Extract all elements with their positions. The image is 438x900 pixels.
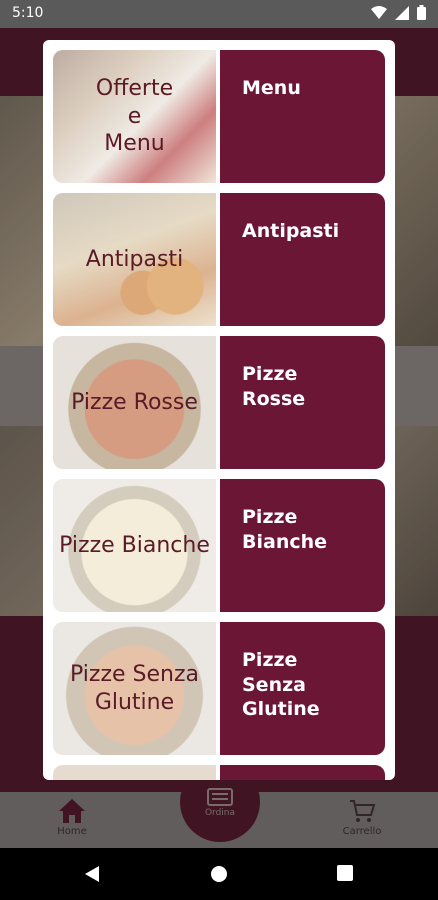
category-image-label: Pizze Senza Glutine	[70, 662, 199, 715]
category-tile[interactable]	[220, 765, 385, 780]
home-circle-icon[interactable]	[210, 865, 228, 883]
category-title: Antipasti	[242, 220, 340, 242]
category-title: Pizze Rosse	[242, 363, 306, 410]
category-tile[interactable]: Antipasti	[220, 193, 385, 326]
system-nav-bar	[0, 848, 438, 900]
category-row-menu[interactable]: Offerte e Menu Menu	[53, 50, 385, 183]
battery-icon	[417, 5, 426, 20]
category-row-pizze-rosse[interactable]: Pizze Rosse Pizze Rosse	[53, 336, 385, 469]
category-image-label: Pizze Bianche	[59, 532, 210, 558]
category-image: Pizze Rosse	[53, 336, 216, 469]
status-icons	[371, 5, 426, 20]
category-image-label: Offerte e Menu	[95, 76, 174, 157]
wifi-icon	[371, 5, 387, 19]
status-bar: 5:10	[0, 0, 438, 28]
category-image: Pizze Senza Glutine	[53, 622, 216, 755]
category-image-label: Antipasti	[85, 246, 184, 272]
category-title: Pizze Bianche	[242, 506, 328, 553]
category-image-label: Pizze Rosse	[71, 389, 198, 415]
status-time: 5:10	[12, 5, 44, 21]
category-image: Offerte e Menu	[53, 50, 216, 183]
category-tile[interactable]: Pizze Senza Glutine	[220, 622, 385, 755]
category-row-pizze-senza-glutine[interactable]: Pizze Senza Glutine Pizze Senza Glutine	[53, 622, 385, 755]
category-image: Antipasti	[53, 193, 216, 326]
category-dialog: Offerte e Menu Menu Antipasti Antipasti …	[43, 40, 395, 780]
recents-icon[interactable]	[337, 865, 353, 881]
category-image: Pizze Bianche	[53, 479, 216, 612]
category-title: Menu	[242, 77, 301, 99]
category-title: Pizze Senza Glutine	[242, 649, 320, 721]
category-image	[53, 765, 216, 780]
signal-icon	[395, 5, 409, 20]
category-row-partial[interactable]	[53, 765, 385, 780]
category-tile[interactable]: Pizze Rosse	[220, 336, 385, 469]
category-row-pizze-bianche[interactable]: Pizze Bianche Pizze Bianche	[53, 479, 385, 612]
category-tile[interactable]: Pizze Bianche	[220, 479, 385, 612]
category-tile[interactable]: Menu	[220, 50, 385, 183]
back-icon[interactable]	[84, 865, 100, 883]
category-row-antipasti[interactable]: Antipasti Antipasti	[53, 193, 385, 326]
